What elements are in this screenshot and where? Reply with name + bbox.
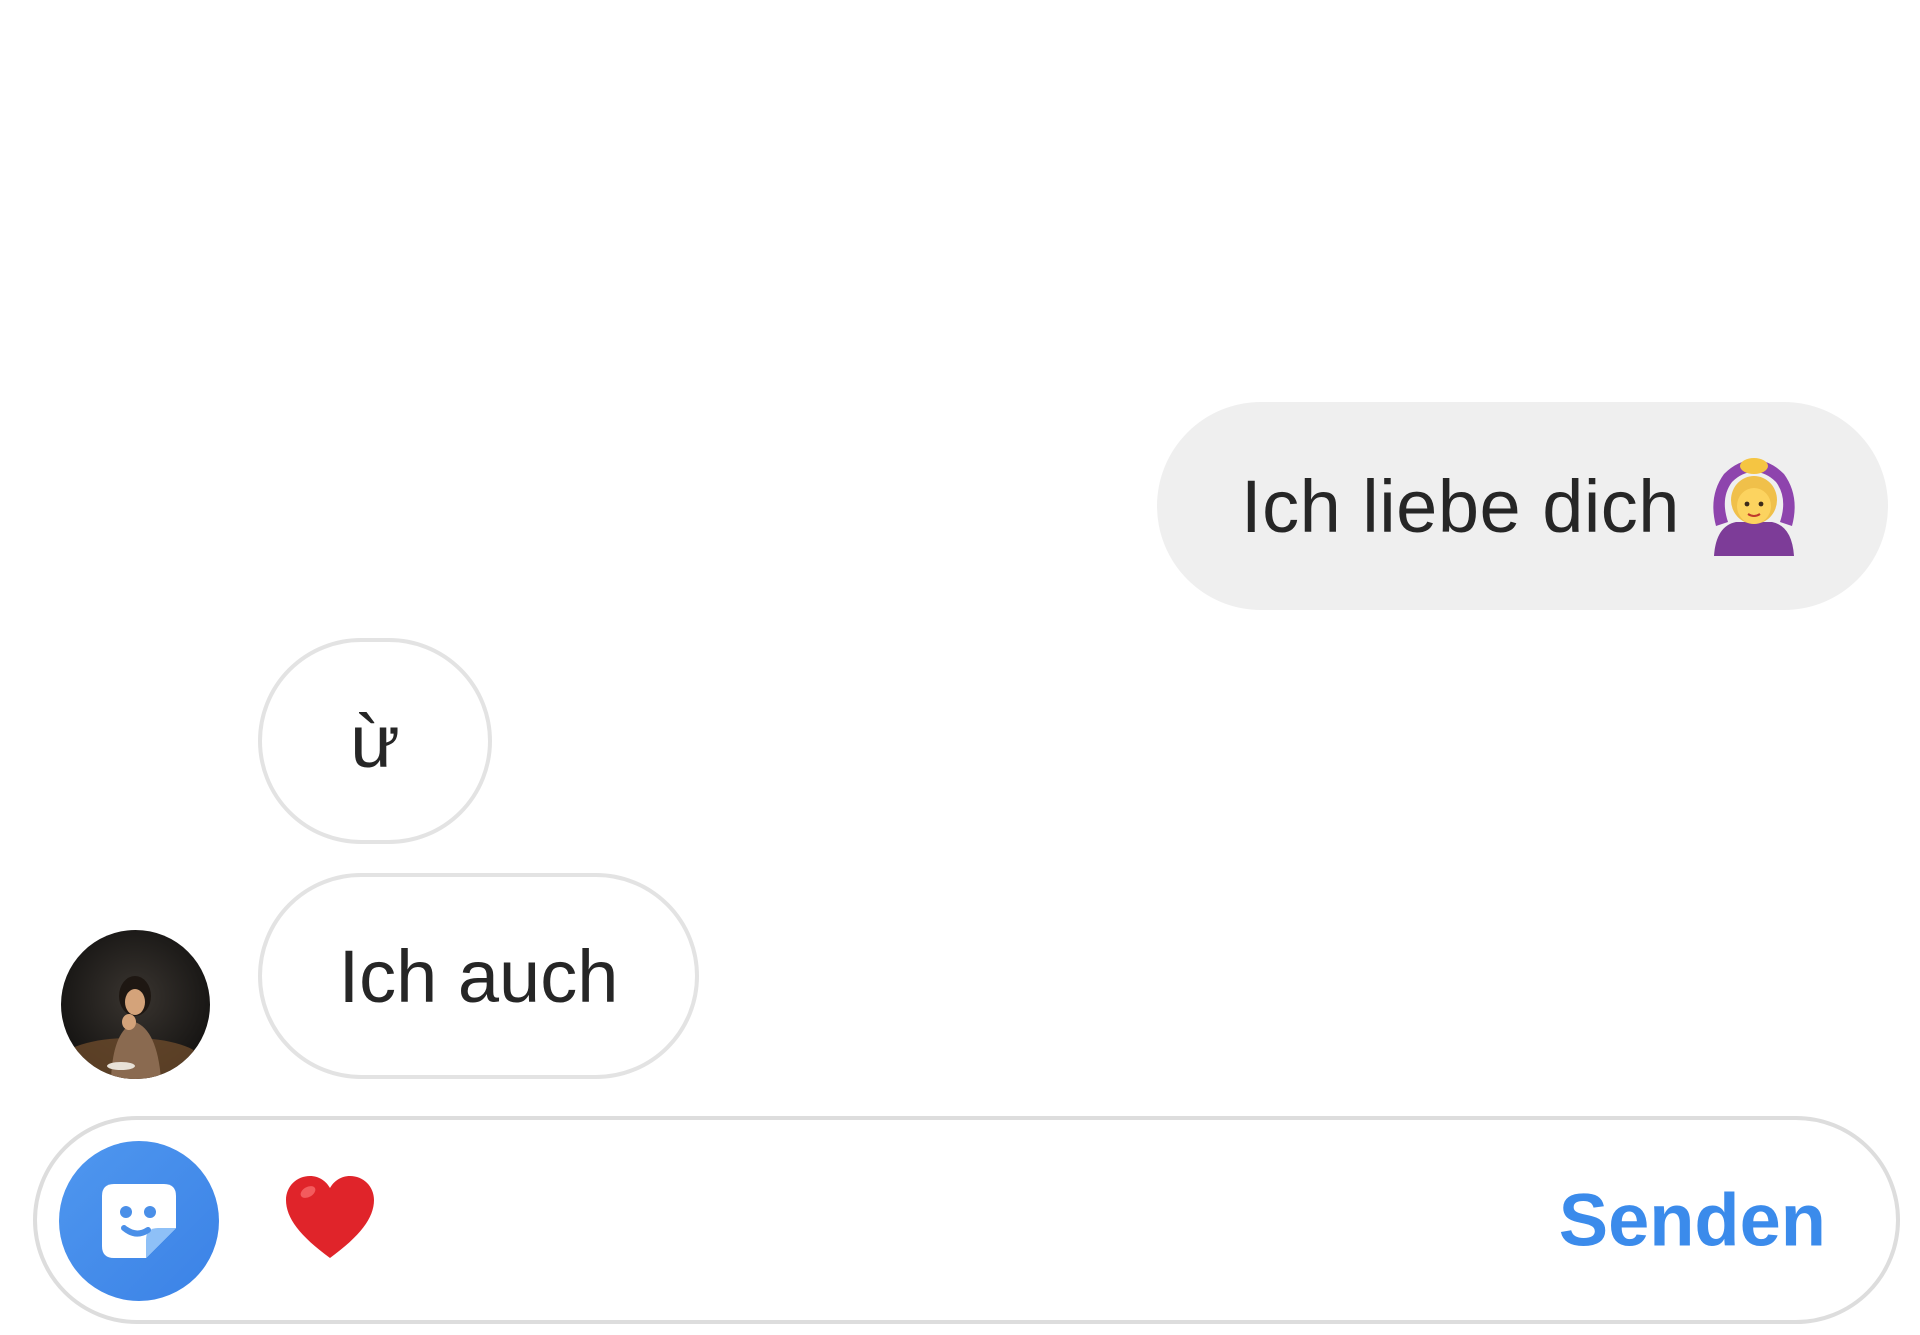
message-text: ừ <box>350 699 400 783</box>
message-text: Ich auch <box>338 934 619 1018</box>
sticker-button[interactable] <box>59 1141 219 1301</box>
send-button[interactable]: Senden <box>1559 1178 1826 1263</box>
person-gesturing-ok-emoji-icon <box>1704 456 1804 556</box>
chat-screen: Ich liebe dich ừ Ich auch Senden <box>0 0 1920 1335</box>
sticker-icon <box>102 1184 176 1258</box>
message-input[interactable] <box>417 1174 1576 1266</box>
contact-avatar[interactable] <box>61 930 210 1079</box>
sent-message-bubble[interactable]: Ich liebe dich <box>1157 402 1888 610</box>
heart-button[interactable] <box>280 1168 380 1268</box>
received-message-bubble[interactable]: Ich auch <box>258 873 699 1079</box>
message-composer: Senden <box>33 1116 1900 1324</box>
received-message-bubble[interactable]: ừ <box>258 638 492 844</box>
red-heart-icon <box>286 1176 374 1258</box>
message-text: Ich liebe dich <box>1241 464 1680 548</box>
